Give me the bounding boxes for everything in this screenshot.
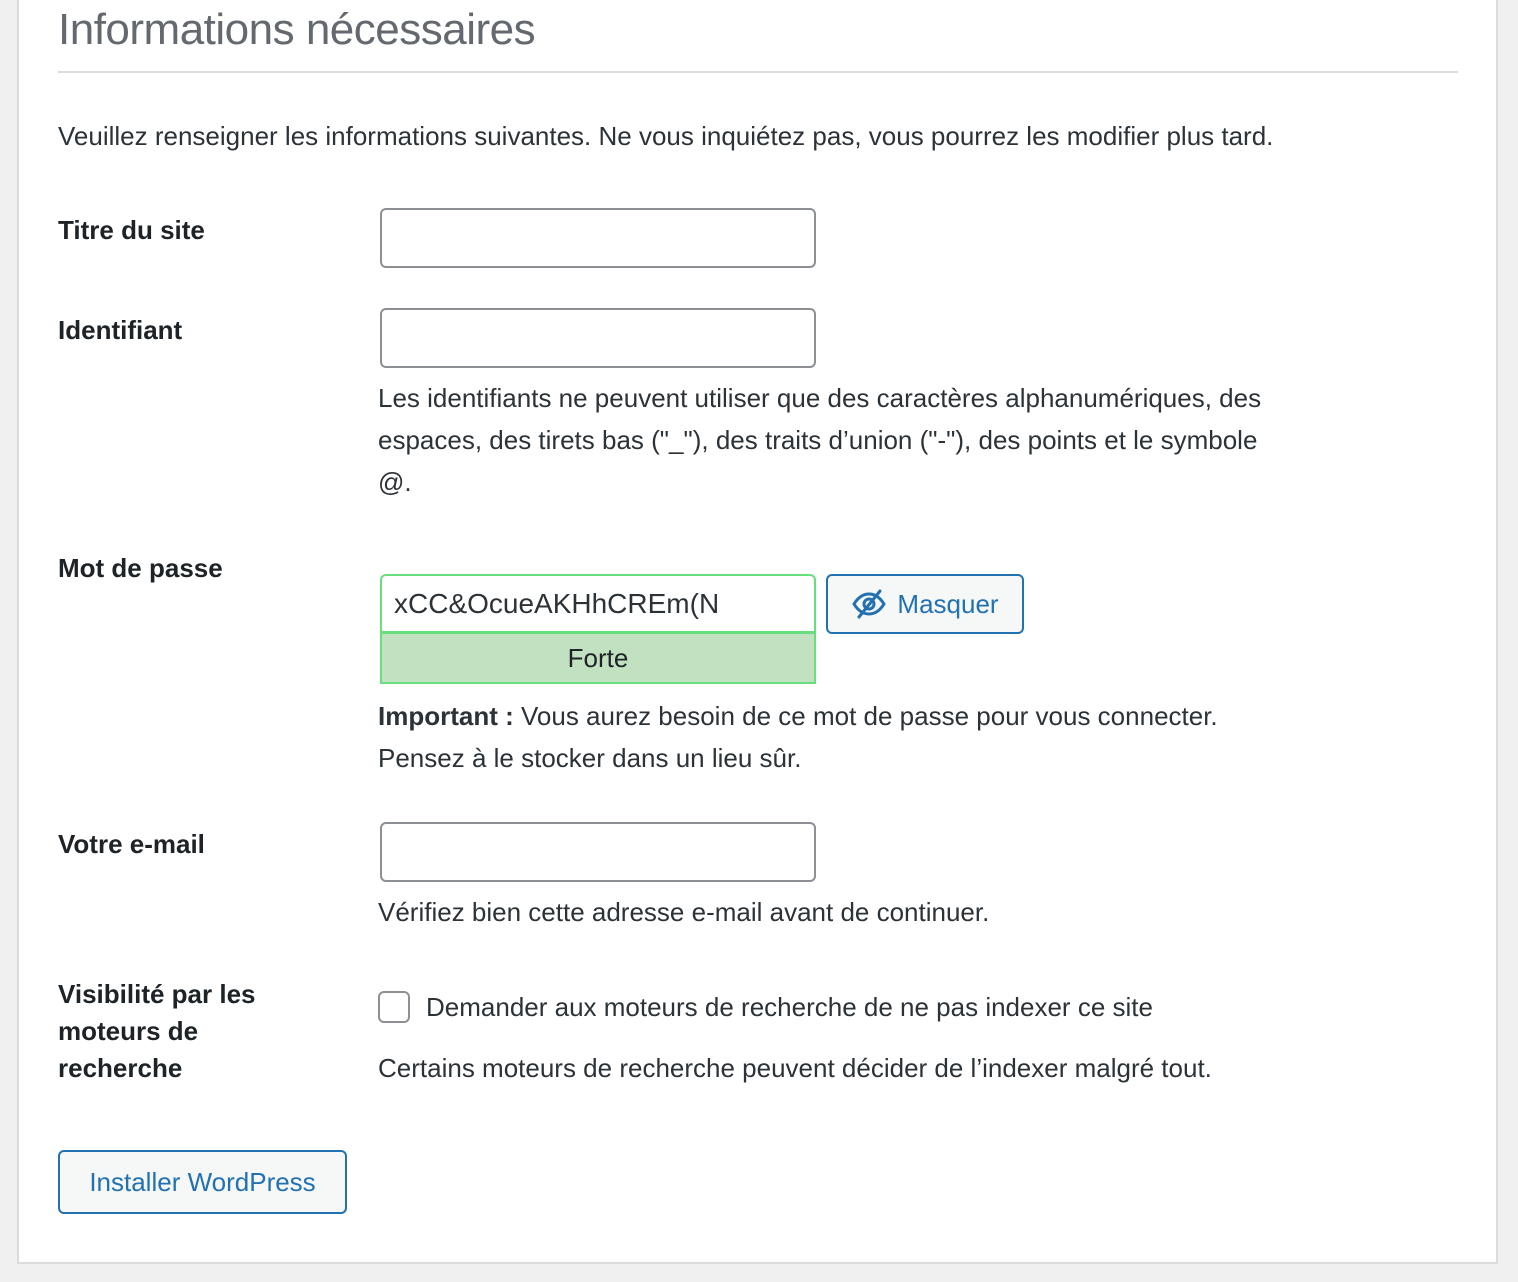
noindex-checkbox[interactable]	[378, 991, 410, 1023]
email-help: Vérifiez bien cette adresse e-mail avant…	[378, 897, 990, 927]
password-note: Important : Vous aurez besoin de ce mot …	[378, 695, 1418, 779]
intro-text: Veuillez renseigner les informations sui…	[58, 121, 1274, 151]
password-note-text: Vous aurez besoin de ce mot de passe pou…	[513, 701, 1218, 731]
email-label: Votre e-mail	[58, 829, 205, 859]
site-title-input[interactable]	[380, 208, 816, 268]
username-help-line2: espaces, des tirets bas ("_"), des trait…	[378, 425, 1258, 455]
title-divider	[58, 71, 1458, 73]
install-wordpress-button[interactable]: Installer WordPress	[58, 1150, 347, 1214]
password-strength-meter: Forte	[380, 632, 816, 684]
noindex-checkbox-label[interactable]: Demander aux moteurs de recherche de ne …	[426, 986, 1426, 1028]
password-input[interactable]	[380, 574, 816, 633]
hide-password-button[interactable]: Masquer	[826, 574, 1024, 634]
visibility-help: Certains moteurs de recherche peuvent dé…	[378, 1053, 1212, 1083]
username-label: Identifiant	[58, 315, 183, 345]
password-label: Mot de passe	[58, 553, 223, 583]
email-input[interactable]	[380, 822, 816, 882]
visibility-label-line2: moteurs de	[58, 1016, 199, 1046]
visibility-label-line1: Visibilité par les	[58, 979, 256, 1009]
hide-password-label: Masquer	[897, 588, 999, 619]
visibility-label: Visibilité par les moteurs de recherche	[58, 976, 256, 1087]
password-note-line2: Pensez à le stocker dans un lieu sûr.	[378, 743, 802, 773]
visibility-label-line3: recherche	[58, 1053, 183, 1083]
username-input[interactable]	[380, 308, 816, 368]
username-help-line3: @.	[378, 467, 412, 497]
username-help: Les identifiants ne peuvent utiliser que…	[378, 377, 1418, 503]
password-note-bold: Important :	[378, 701, 514, 731]
page-title: Informations nécessaires	[58, 5, 536, 54]
site-title-label: Titre du site	[58, 215, 205, 245]
eye-slash-icon	[851, 586, 887, 622]
password-note-line1: Important : Vous aurez besoin de ce mot …	[378, 695, 1418, 737]
username-help-line1: Les identifiants ne peuvent utiliser que…	[378, 383, 1262, 413]
